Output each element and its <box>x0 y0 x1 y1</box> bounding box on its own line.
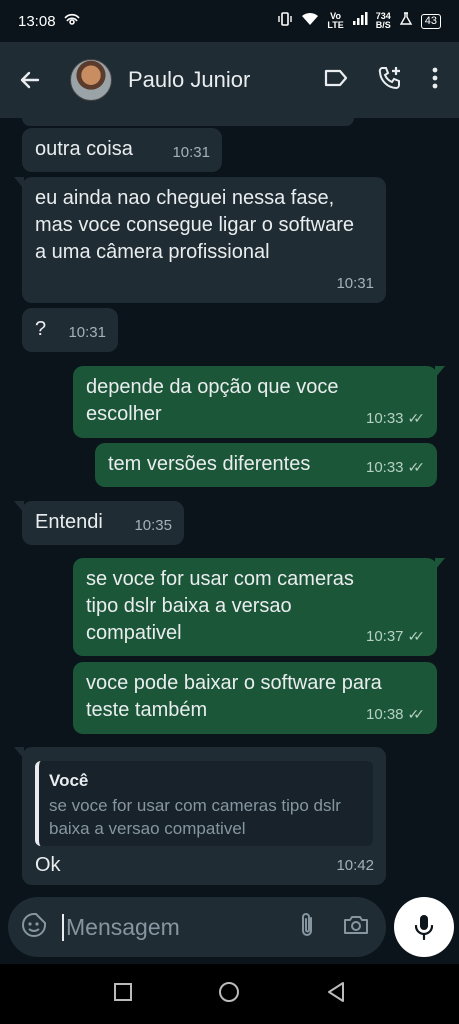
quoted-message[interactable]: Você se voce for usar com cameras tipo d… <box>35 761 373 846</box>
message-text: outra coisa <box>35 138 133 160</box>
status-bar: 13:08 Vo LTE 734 B/S 43 <box>0 0 459 42</box>
add-call-icon[interactable] <box>377 65 403 96</box>
microphone-icon <box>414 915 434 941</box>
message-bubble-incoming[interactable]: eu ainda nao cheguei nessa fase, mas voc… <box>14 177 386 303</box>
message-text: tem versões diferentes <box>108 453 311 475</box>
message-composer: Mensagem <box>8 897 386 957</box>
message-time: 10:31 <box>172 144 210 161</box>
message-bubble-incoming[interactable]: outra coisa 10:31 <box>22 128 222 172</box>
quote-author: Você <box>49 771 89 790</box>
system-navigation-bar <box>0 964 459 1024</box>
volte-indicator: Vo LTE <box>327 11 344 30</box>
message-text: Ok <box>35 854 61 876</box>
message-input[interactable]: Mensagem <box>62 913 298 941</box>
back-nav-button[interactable] <box>326 981 346 1008</box>
flask-icon <box>399 12 413 30</box>
partial-message-bubble <box>22 118 354 126</box>
battery-indicator: 43 <box>420 13 441 29</box>
hotspot-icon <box>63 12 80 30</box>
attach-icon[interactable] <box>298 911 316 944</box>
label-icon[interactable] <box>323 67 349 94</box>
message-time: 10:38 ✓✓ <box>366 701 425 728</box>
message-time: 10:37 ✓✓ <box>366 623 425 650</box>
double-check-icon: ✓✓ <box>407 706 426 722</box>
message-text: ? <box>35 318 47 340</box>
message-list[interactable]: outra coisa 10:31 eu ainda nao cheguei n… <box>0 118 459 890</box>
message-text: Entendi <box>35 511 103 533</box>
wifi-icon <box>301 12 319 30</box>
message-bubble-incoming-reply[interactable]: Você se voce for usar com cameras tipo d… <box>14 747 386 885</box>
message-bubble-outgoing[interactable]: voce pode baixar o software para teste t… <box>73 662 437 734</box>
message-bubble-incoming[interactable]: ? 10:31 <box>22 308 118 352</box>
double-check-icon: ✓✓ <box>407 628 426 644</box>
quote-text: se voce for usar com cameras tipo dslr b… <box>49 796 341 838</box>
message-time: 10:35 <box>134 517 172 534</box>
status-time: 13:08 <box>18 12 56 30</box>
message-bubble-outgoing[interactable]: depende da opção que voce escolher 10:33… <box>73 366 445 438</box>
vibrate-icon <box>277 12 293 30</box>
message-text: depende da opção que voce escolher <box>86 376 339 425</box>
message-bubble-outgoing[interactable]: tem versões diferentes 10:33 ✓✓ <box>95 443 437 487</box>
home-button[interactable] <box>218 981 240 1008</box>
message-time: 10:33 ✓✓ <box>366 454 425 481</box>
sticker-icon[interactable] <box>20 911 48 944</box>
message-time: 10:33 ✓✓ <box>366 405 425 432</box>
message-time: 10:31 <box>68 324 106 341</box>
avatar[interactable] <box>70 59 112 101</box>
message-text: voce pode baixar o software para teste t… <box>86 672 382 721</box>
double-check-icon: ✓✓ <box>407 410 426 426</box>
contact-name[interactable]: Paulo Junior <box>128 67 323 93</box>
chat-header: Paulo Junior <box>0 42 459 118</box>
more-options-icon[interactable] <box>431 66 439 95</box>
signal-icon <box>352 12 368 30</box>
message-text: eu ainda nao cheguei nessa fase, mas voc… <box>35 187 355 263</box>
recent-apps-button[interactable] <box>113 982 133 1007</box>
double-check-icon: ✓✓ <box>407 459 426 475</box>
voice-record-button[interactable] <box>394 897 454 957</box>
message-time: 10:42 <box>336 857 374 874</box>
arrow-left-icon <box>20 71 40 89</box>
message-text: se voce for usar com cameras tipo dslr b… <box>86 568 354 644</box>
back-button[interactable] <box>0 68 60 92</box>
camera-icon[interactable] <box>342 913 370 942</box>
message-bubble-incoming[interactable]: Entendi 10:35 <box>14 501 184 545</box>
network-speed: 734 B/S <box>375 11 391 30</box>
message-time: 10:31 <box>336 275 374 292</box>
message-bubble-outgoing[interactable]: se voce for usar com cameras tipo dslr b… <box>73 558 445 656</box>
